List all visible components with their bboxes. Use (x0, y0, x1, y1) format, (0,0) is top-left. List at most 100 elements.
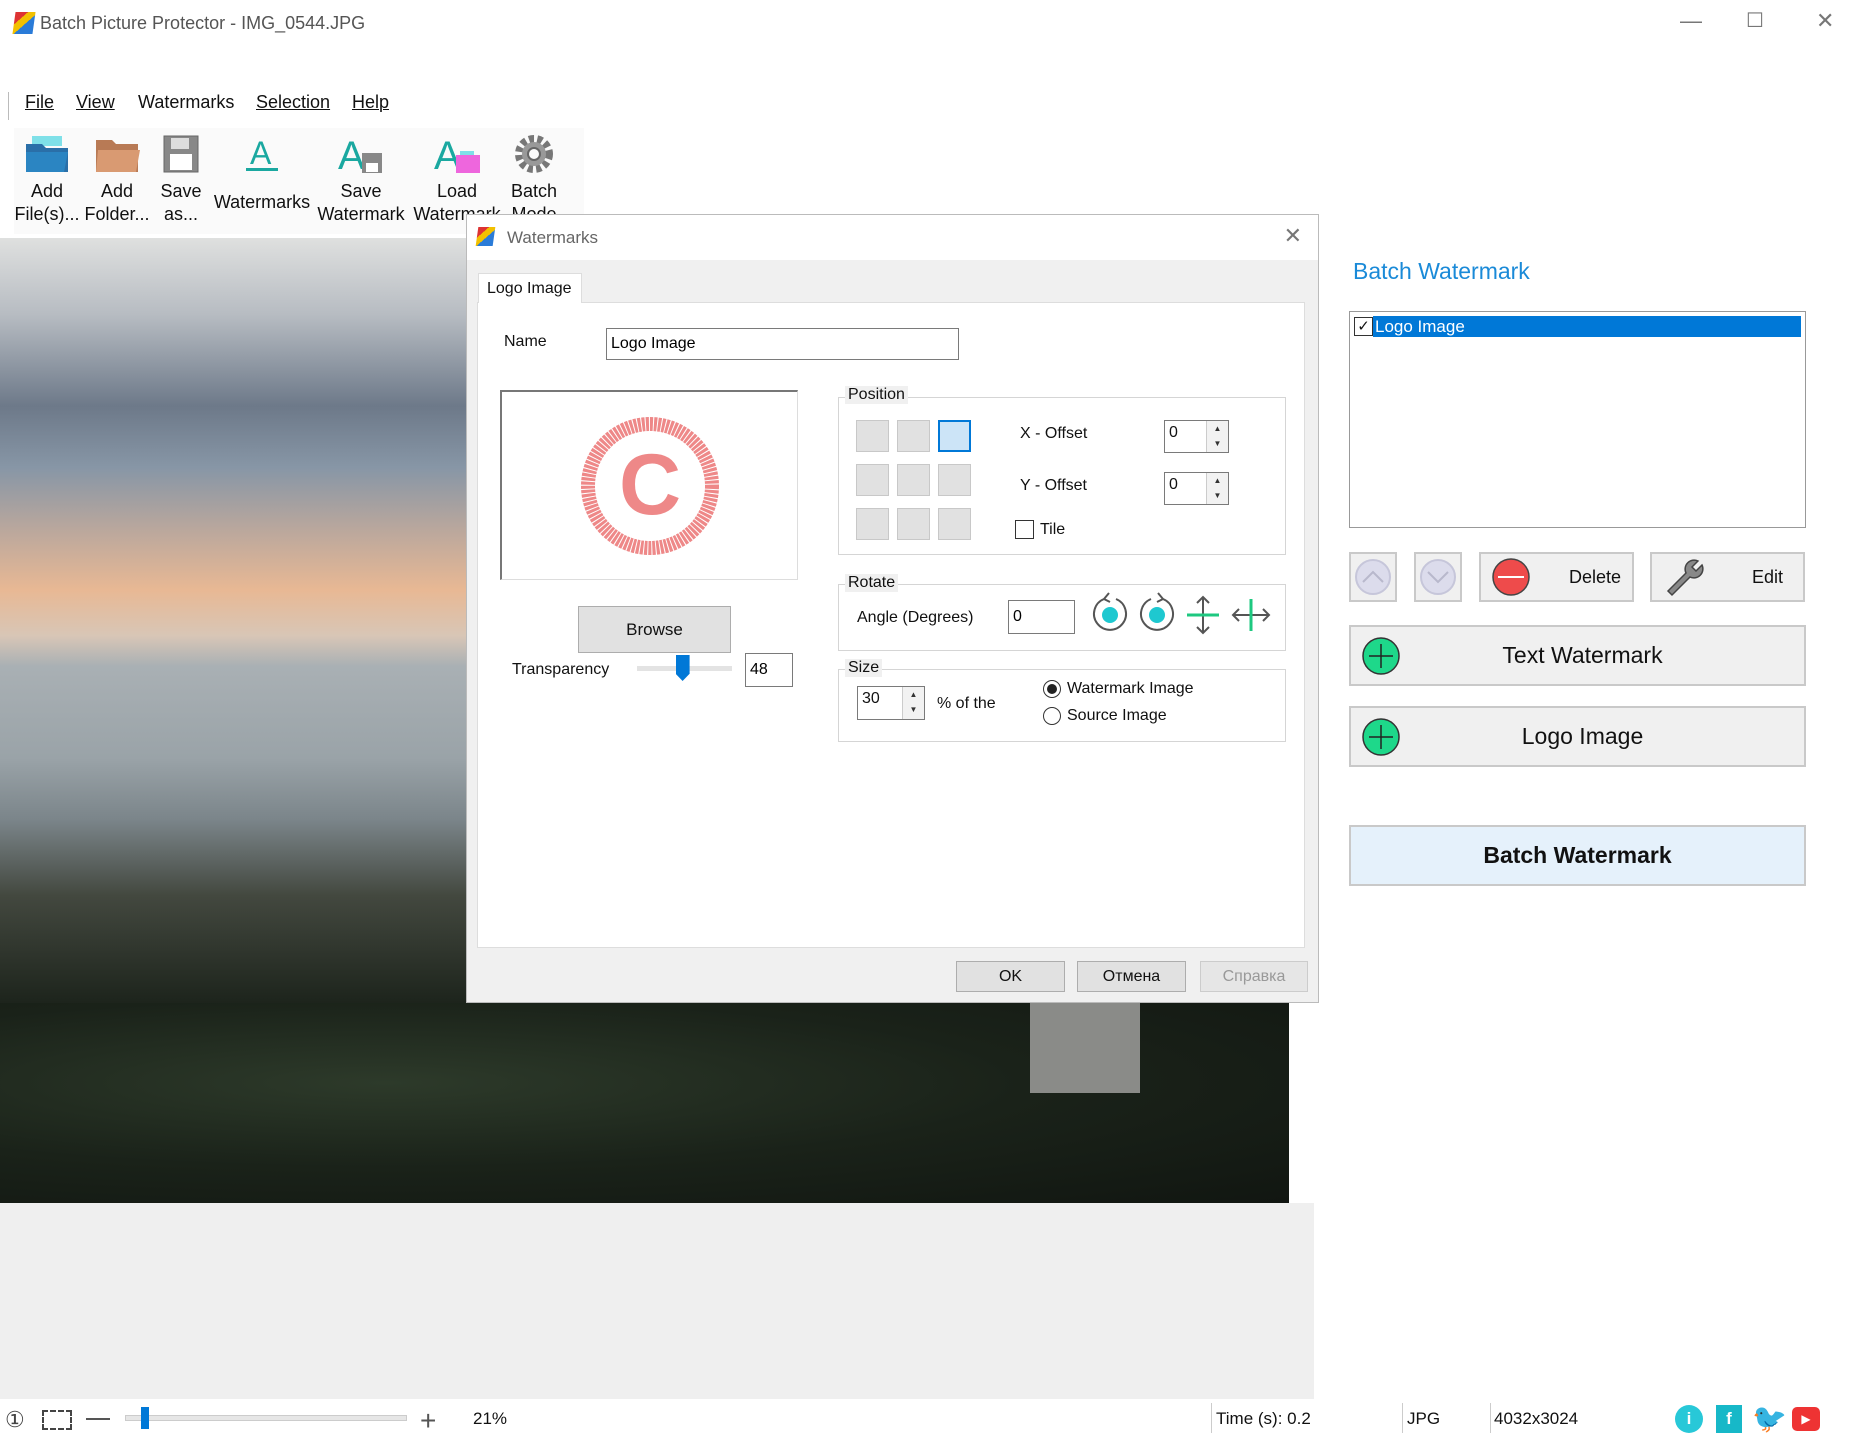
canvas-background (0, 1203, 1314, 1399)
radio-source-image[interactable] (1043, 707, 1061, 725)
size-label: Size (845, 659, 883, 677)
info-icon[interactable]: i (1675, 1405, 1703, 1433)
batch-watermark-button[interactable]: Batch Watermark (1349, 825, 1806, 886)
panel-title: Batch Watermark (1353, 258, 1530, 284)
move-down-button[interactable] (1414, 552, 1462, 602)
watermark-list[interactable]: ✓ Logo Image (1349, 311, 1806, 528)
menu-help[interactable]: Help (352, 92, 389, 113)
watermarks-button[interactable]: A Watermarks (212, 128, 312, 232)
edit-button[interactable]: Edit (1650, 552, 1805, 602)
svg-text:A: A (250, 135, 272, 171)
zoom-in-button[interactable]: + (420, 1405, 436, 1437)
menu-grip (8, 92, 9, 120)
zoom-out-button[interactable] (86, 1418, 110, 1420)
menu-file[interactable]: File (25, 92, 54, 113)
menu-selection[interactable]: Selection (256, 92, 330, 113)
y-offset-spinner[interactable]: 0 ▲ ▼ (1164, 472, 1229, 505)
transparency-input[interactable] (745, 653, 793, 687)
angle-label: Angle (Degrees) (857, 609, 974, 626)
position-top-left[interactable] (856, 420, 889, 452)
toolbar-label: Batch (510, 181, 558, 201)
zoom-slider-thumb[interactable] (140, 1407, 149, 1429)
ok-button[interactable]: OK (956, 961, 1065, 992)
image-dimensions: 4032x3024 (1494, 1409, 1579, 1428)
zoom-actual-icon[interactable]: ① (5, 1407, 25, 1433)
list-item[interactable]: ✓ Logo Image (1354, 316, 1801, 337)
position-bottom-center[interactable] (897, 508, 930, 540)
save-watermark-button[interactable]: A Save Watermark (314, 128, 408, 232)
tile-label: Tile (1040, 521, 1066, 538)
facebook-icon[interactable]: f (1716, 1405, 1742, 1433)
add-text-watermark-button[interactable]: Text Watermark (1349, 625, 1806, 686)
angle-input[interactable] (1008, 600, 1075, 634)
tile-checkbox[interactable] (1015, 520, 1034, 539)
menu-label: Selection (256, 92, 331, 112)
status-bar: ① + 21% Time (s): 0.2 JPG 4032x3024 i f … (0, 1399, 1864, 1438)
zoom-slider[interactable] (125, 1415, 407, 1421)
browse-button[interactable]: Browse (578, 606, 731, 653)
spinner-arrows[interactable]: ▲ ▼ (1206, 473, 1228, 504)
size-spinner[interactable]: 30 ▲ ▼ (857, 686, 925, 720)
radio-dot (1047, 684, 1057, 694)
load-watermark-icon: A (412, 128, 502, 180)
list-item-label: Logo Image (1373, 316, 1801, 337)
batch-mode-button[interactable]: Batch Mode (505, 128, 563, 214)
x-offset-spinner[interactable]: 0 ▲ ▼ (1164, 420, 1229, 453)
menu-label: File (25, 92, 55, 112)
save-as-button[interactable]: Save as... (156, 128, 206, 232)
position-middle-left[interactable] (856, 464, 889, 496)
radio-source-label: Source Image (1067, 707, 1167, 724)
position-middle-right[interactable] (938, 464, 971, 496)
dialog-title-bar: Watermarks ✕ (467, 215, 1318, 260)
size-value: 30 (862, 690, 880, 707)
divider (1402, 1403, 1403, 1433)
text-watermark-label: Text Watermark (1502, 642, 1663, 668)
minimize-button[interactable]: — (1680, 8, 1702, 34)
cancel-button[interactable]: Отмена (1077, 961, 1186, 992)
svg-text:C: C (618, 437, 680, 533)
position-top-center[interactable] (897, 420, 930, 452)
dialog-close-button[interactable]: ✕ (1284, 223, 1302, 249)
menu-view[interactable]: View (76, 92, 115, 113)
text-a-icon: A (212, 128, 312, 180)
position-top-right[interactable] (938, 420, 971, 452)
menu-label: Help (352, 92, 390, 112)
help-button[interactable]: Справка (1200, 961, 1308, 992)
y-offset-value: 0 (1169, 476, 1178, 493)
close-button[interactable]: ✕ (1816, 8, 1834, 34)
flip-horizontal-icon[interactable] (1231, 595, 1271, 635)
add-logo-image-button[interactable]: Logo Image (1349, 706, 1806, 767)
x-offset-label: X - Offset (1020, 425, 1088, 442)
maximize-button[interactable]: ☐ (1746, 8, 1764, 33)
tab-logo-image[interactable]: Logo Image (478, 273, 582, 303)
move-up-button[interactable] (1349, 552, 1397, 602)
folder-orange-icon (82, 128, 152, 180)
flip-vertical-icon[interactable] (1183, 595, 1223, 635)
spinner-arrows[interactable]: ▲ ▼ (902, 687, 924, 719)
zoom-level: 21% (473, 1409, 508, 1428)
radio-watermark-image[interactable] (1043, 680, 1061, 698)
rotate-left-icon[interactable] (1090, 591, 1130, 635)
transparency-label: Transparency (512, 661, 610, 678)
window-title: Batch Picture Protector - IMG_0544.JPG (40, 13, 366, 33)
toolbar-label: as... (163, 204, 198, 224)
youtube-icon[interactable]: ▶ (1792, 1407, 1820, 1431)
dialog-title: Watermarks (507, 228, 598, 247)
position-bottom-left[interactable] (856, 508, 889, 540)
menu-watermarks[interactable]: Watermarks (138, 92, 234, 113)
toolbar-label: Save (160, 181, 202, 201)
add-folder-button[interactable]: Add Folder... (82, 128, 152, 232)
position-center[interactable] (897, 464, 930, 496)
add-files-button[interactable]: Add File(s)... (12, 128, 82, 232)
delete-button[interactable]: Delete (1479, 552, 1634, 602)
rotate-right-icon[interactable] (1137, 591, 1177, 635)
twitter-icon[interactable]: 🐦 (1752, 1402, 1787, 1435)
fit-to-window-icon[interactable] (42, 1410, 72, 1430)
gear-icon (505, 128, 563, 180)
folder-blue-icon (12, 128, 82, 180)
spinner-arrows[interactable]: ▲ ▼ (1206, 421, 1228, 452)
list-item-checkbox[interactable]: ✓ (1354, 317, 1373, 336)
position-bottom-right[interactable] (938, 508, 971, 540)
name-input[interactable] (606, 328, 959, 360)
photo-preview (0, 238, 466, 1003)
